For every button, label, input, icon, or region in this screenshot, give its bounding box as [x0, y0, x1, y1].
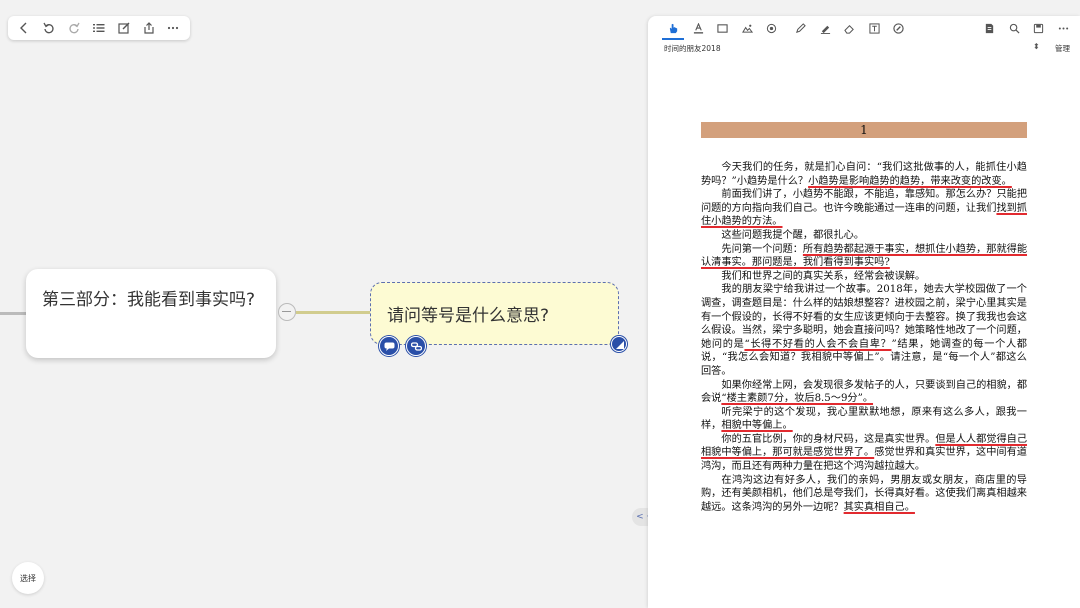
paragraph: 先问第一个问题：所有趋势都起源于事实，想抓住小趋势，那就得能认清事实。那问题是，… [701, 243, 1027, 270]
pdf-toolbar [648, 16, 1080, 40]
paragraph: 这些问题我提个醒，都很扎心。 [701, 229, 1027, 243]
hand-icon [668, 19, 679, 38]
select-button[interactable]: 选择 [12, 562, 44, 594]
back-button[interactable] [14, 18, 34, 38]
link-icon [766, 19, 777, 38]
paragraph: 我们和世界之间的真实关系，经常会被误解。 [701, 270, 1027, 284]
list-icon [92, 19, 105, 38]
search-icon [1009, 19, 1020, 38]
sort-icon[interactable]: ⬍ [1033, 42, 1040, 51]
highlight-annotation[interactable]: 小趋势是影响趋势的趋势，带来改变的改变。 [808, 176, 1012, 187]
more-icon [1058, 19, 1069, 38]
redo-button[interactable] [64, 18, 84, 38]
save-icon [1033, 19, 1044, 38]
image-icon [741, 19, 753, 38]
undo-icon [43, 19, 55, 38]
textbox-button[interactable] [866, 20, 882, 36]
document-body: 今天我们的任务，就是扪心自问：“我们这批做事的人，能抓住小趋势吗？”小趋势是什么… [701, 161, 1027, 514]
topic-node-sub[interactable]: 请问等号是什么意思? [370, 282, 619, 345]
undo-button[interactable] [39, 18, 59, 38]
eraser-icon [844, 19, 855, 38]
edit-button[interactable] [114, 18, 134, 38]
save-button[interactable] [1031, 20, 1047, 36]
text-run: 先问第一个问题： [721, 243, 803, 255]
document-icon [984, 19, 995, 38]
marker-button[interactable] [817, 20, 833, 36]
topic-connector [296, 311, 371, 314]
chevron-left-icon [18, 19, 30, 38]
link-button[interactable] [764, 20, 780, 36]
paragraph: 前面我们讲了，小趋势不能跟，不能追，靠感知。那怎么办？只能把问题的方向指向我们自… [701, 188, 1027, 229]
paragraph: 在鸿沟这边有好多人，我们的亲妈，男朋友或女朋友，商店里的导购，还有美颜相机，他们… [701, 474, 1027, 515]
more-icon [167, 19, 179, 38]
hand-tool-button[interactable] [666, 20, 682, 36]
text-highlight-button[interactable] [690, 20, 706, 36]
outline-button[interactable] [89, 18, 109, 38]
active-tool-indicator [662, 38, 684, 40]
text-run: 我们和世界之间的真实关系，经常会被误解。 [721, 270, 926, 282]
marker-icon [820, 19, 831, 38]
text-run: 前面我们讲了，小趋势不能跟，不能追，靠感知。那怎么办？只能把问题的方向指向我们自… [701, 189, 1028, 214]
highlight-annotation[interactable]: 相貌中等偏上。 [721, 420, 792, 431]
highlight-annotation[interactable]: “长得不好看的人会不会自卑？ [744, 339, 891, 350]
share-icon [143, 19, 155, 38]
pen-icon [795, 19, 806, 38]
document-title[interactable]: 时间的朋友2018 [664, 43, 721, 54]
parent-connector [0, 312, 26, 315]
pdf-panel: 时间的朋友2018 ⬍ 管理 1 今天我们的任务，就是扪心自问：“我们这批做事的… [648, 16, 1080, 608]
compass-icon [893, 19, 905, 38]
paragraph: 今天我们的任务，就是扪心自问：“我们这批做事的人，能抓住小趋势吗？”小趋势是什么… [701, 161, 1027, 188]
redo-icon [68, 19, 80, 38]
compass-button[interactable] [891, 20, 907, 36]
rectangle-icon [717, 19, 728, 38]
more-button[interactable] [1055, 20, 1071, 36]
paragraph: 你的五官比例，你的身材尺码，这是真实世界。但是人人都觉得自己相貌中等偏上，那可就… [701, 433, 1027, 474]
link-icon[interactable] [406, 336, 426, 356]
eraser-button[interactable] [842, 20, 858, 36]
pen-button[interactable] [793, 20, 809, 36]
share-button[interactable] [139, 18, 159, 38]
rectangle-select-button[interactable] [715, 20, 731, 36]
chapter-header: 1 [701, 122, 1027, 138]
paragraph: 我的朋友梁宁给我讲过一个故事。2018年，她去大学校园做了一个调查，调查题目是：… [701, 283, 1027, 378]
highlight-annotation[interactable]: “楼主素颜7分，妆后8.5～9分”。 [721, 393, 873, 404]
manage-link[interactable]: 管理 [1055, 43, 1070, 54]
more-button[interactable] [163, 18, 183, 38]
search-button[interactable] [1006, 20, 1022, 36]
text-run: 这些问题我提个醒，都很扎心。 [721, 229, 865, 241]
document-button[interactable] [982, 20, 998, 36]
comment-icon[interactable] [379, 336, 399, 356]
mindmap-toolbar [8, 16, 190, 40]
highlight-icon [693, 19, 704, 38]
resize-handle-icon[interactable] [611, 336, 627, 352]
edit-icon [118, 19, 130, 38]
image-button[interactable] [740, 20, 756, 36]
paragraph: 听完梁宁的这个发现，我心里默默地想，原来有这么多人，跟我一样，相貌中等偏上。 [701, 406, 1027, 433]
highlight-annotation[interactable]: 其实真相自己。 [844, 502, 915, 513]
collapse-button[interactable] [278, 303, 296, 321]
topic-node-main[interactable]: 第三部分：我能看到事实吗? [26, 269, 276, 358]
textbox-icon [869, 19, 880, 38]
text-run: 你的五官比例，你的身材尺码，这是真实世界。 [721, 433, 936, 445]
paragraph: 如果你经常上网，会发现很多发帖子的人，只要谈到自己的相貌，都会说“楼主素颜7分，… [701, 379, 1027, 406]
